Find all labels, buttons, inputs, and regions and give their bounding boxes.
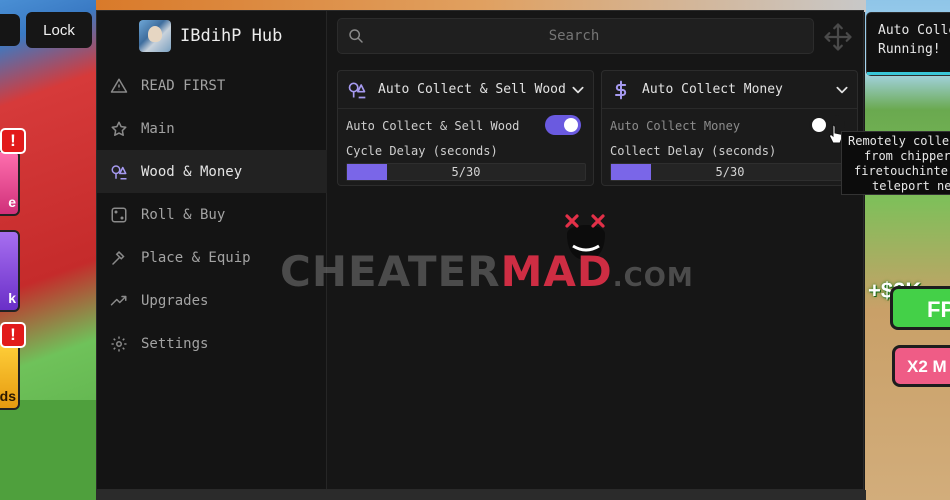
chevron-down-icon[interactable] (571, 83, 585, 97)
tooltip-line: Remotely collec (848, 134, 950, 148)
search-input[interactable] (374, 19, 774, 53)
section-auto-collect-sell-wood: Auto Collect & Sell Wood Auto Collect & … (337, 70, 594, 186)
tooltip: Remotely collec from chipper firetouchin… (841, 131, 950, 195)
tooltip-line: teleport ne (872, 179, 950, 193)
search-icon (349, 29, 363, 43)
cycle-delay-slider[interactable]: 5/30 (346, 163, 586, 181)
toggle-label: Auto Collect Money (610, 119, 741, 133)
hammer-icon (110, 249, 128, 267)
sidebar-item-label: Settings (141, 335, 209, 352)
sidebar-item-label: Main (141, 120, 175, 137)
slider-label: Collect Delay (seconds) (610, 144, 777, 158)
alert-badge: ! (0, 128, 26, 154)
hub-brand: IBdihP Hub (139, 19, 282, 53)
section-title: Auto Collect Money (642, 82, 783, 97)
trees-icon (110, 163, 128, 181)
fp-button[interactable]: FP (890, 286, 950, 330)
auto-collect-sell-wood-toggle[interactable] (545, 115, 581, 135)
alert-badge: ! (0, 322, 26, 348)
watermark-part2: MAD (500, 247, 613, 296)
chevron-down-icon[interactable] (835, 83, 849, 97)
game-floor-left (0, 400, 96, 500)
x2-money-button[interactable]: X2 M (892, 345, 950, 387)
sidebar-item-label: Roll & Buy (141, 206, 226, 223)
game-shop-card-ds[interactable]: ds (0, 340, 20, 410)
hub-title: IBdihP Hub (180, 26, 283, 46)
sidebar-item-roll-buy[interactable]: Roll & Buy (97, 193, 327, 236)
sidebar-item-wood-money[interactable]: Wood & Money (97, 150, 327, 193)
notification-progress (867, 72, 950, 75)
tooltip-line: from chipper (864, 149, 950, 163)
move-icon[interactable] (823, 22, 853, 52)
sidebar-item-label: READ FIRST (141, 77, 226, 94)
gear-icon (110, 335, 128, 353)
slider-value: 5/30 (715, 165, 745, 179)
slider-value: 5/30 (451, 165, 481, 179)
section-title: Auto Collect & Sell Wood (378, 82, 566, 97)
sidebar-item-label: Place & Equip (141, 249, 251, 266)
lock-button[interactable]: Lock (26, 12, 92, 48)
slider-label: Cycle Delay (seconds) (346, 144, 498, 158)
game-shop-card-e[interactable]: e (0, 150, 20, 216)
trees-icon (346, 79, 368, 101)
watermark-part3: .COM (612, 263, 694, 293)
star-icon (110, 120, 128, 138)
sidebar-item-settings[interactable]: Settings (97, 322, 327, 365)
toggle-label: Auto Collect & Sell Wood (346, 119, 520, 133)
hub-window: IBdihP Hub READ FIRST Main Wood & Money (96, 10, 864, 490)
notification-toast: Auto Colle Running! (866, 12, 950, 76)
sidebar-nav: READ FIRST Main Wood & Money Roll & Buy (97, 64, 327, 365)
tooltip-line: firetouchinter (854, 164, 950, 178)
dice-icon (110, 206, 128, 224)
sidebar-item-label: Upgrades (141, 292, 209, 309)
watermark: CHEATERMAD.COM (280, 247, 694, 296)
trending-up-icon (110, 292, 128, 310)
card-k-text: k (8, 290, 16, 306)
notification-title: Auto Colle (878, 23, 950, 38)
dollar-icon (610, 79, 632, 101)
game-shop-card-k[interactable]: k (0, 230, 20, 312)
card-ds-text: ds (0, 388, 16, 404)
section-auto-collect-money: Auto Collect Money Auto Collect Money Co… (601, 70, 858, 186)
sidebar-item-read-first[interactable]: READ FIRST (97, 64, 327, 107)
notification-status: Running! (878, 42, 941, 57)
search-bar[interactable] (337, 18, 814, 54)
sidebar-item-label: Wood & Money (141, 163, 243, 180)
section-header[interactable]: Auto Collect Money (602, 71, 857, 109)
game-scene-bottom (96, 490, 866, 500)
sidebar-item-main[interactable]: Main (97, 107, 327, 150)
watermark-part1: CHEATER (280, 247, 501, 296)
game-button-left-edge[interactable] (0, 14, 20, 46)
collect-delay-slider[interactable]: 5/30 (610, 163, 850, 181)
warning-icon (110, 77, 128, 95)
avatar (139, 20, 171, 52)
section-header[interactable]: Auto Collect & Sell Wood (338, 71, 593, 109)
card-e-text: e (8, 194, 16, 210)
